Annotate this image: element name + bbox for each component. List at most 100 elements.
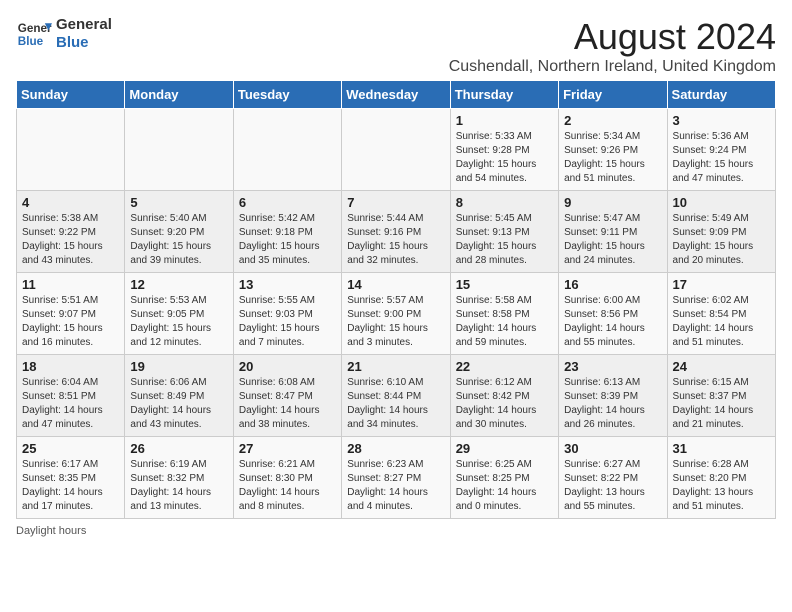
day-number: 3: [673, 113, 770, 128]
day-number: 24: [673, 359, 770, 374]
weekday-header-saturday: Saturday: [667, 81, 775, 109]
day-cell: 17Sunrise: 6:02 AM Sunset: 8:54 PM Dayli…: [667, 273, 775, 355]
day-info: Sunrise: 5:40 AM Sunset: 9:20 PM Dayligh…: [130, 212, 227, 268]
day-cell: 6 Sunrise: 5:42 AM Sunset: 9:18 PM Daylig…: [233, 191, 341, 273]
day-cell: 31 Sunrise: 6:28 AM Sunset: 8:20 PM Dayli…: [667, 437, 775, 519]
day-info: Sunrise: 5:42 AM Sunset: 9:18 PM Dayligh…: [239, 212, 336, 268]
day-cell: 18 Sunrise: 6:04 AM Sunset: 8:51 PM Dayli…: [17, 355, 125, 437]
day-cell: 2 Sunrise: 5:34 AM Sunset: 9:26 PM Daylig…: [559, 109, 667, 191]
footer-note: Daylight hours: [16, 525, 776, 537]
day-number: 22: [456, 359, 553, 374]
day-number: 17: [673, 277, 770, 292]
weekday-header-tuesday: Tuesday: [233, 81, 341, 109]
day-info: Sunrise: 6:06 AM Sunset: 8:49 PM Dayligh…: [130, 376, 227, 432]
day-number: 31: [673, 441, 770, 456]
day-cell: [17, 109, 125, 191]
day-info: Sunrise: 6:04 AM Sunset: 8:51 PM Dayligh…: [22, 376, 119, 432]
day-cell: 12Sunrise: 5:53 AM Sunset: 9:05 PM Dayli…: [125, 273, 233, 355]
day-cell: 3 Sunrise: 5:36 AM Sunset: 9:24 PM Daylig…: [667, 109, 775, 191]
logo-blue: Blue: [56, 34, 112, 52]
day-number: 2: [564, 113, 661, 128]
day-cell: 22 Sunrise: 6:12 AM Sunset: 8:42 PM Dayli…: [450, 355, 558, 437]
day-number: 23: [564, 359, 661, 374]
day-number: 15: [456, 277, 553, 292]
calendar: SundayMondayTuesdayWednesdayThursdayFrid…: [16, 80, 776, 519]
day-info: Sunrise: 6:19 AM Sunset: 8:32 PM Dayligh…: [130, 458, 227, 514]
day-number: 1: [456, 113, 553, 128]
day-info: Sunrise: 5:45 AM Sunset: 9:13 PM Dayligh…: [456, 212, 553, 268]
week-row-2: 11Sunrise: 5:51 AM Sunset: 9:07 PM Dayli…: [17, 273, 776, 355]
day-cell: 4Sunrise: 5:38 AM Sunset: 9:22 PM Daylig…: [17, 191, 125, 273]
day-number: 10: [673, 195, 770, 210]
week-row-4: 25Sunrise: 6:17 AM Sunset: 8:35 PM Dayli…: [17, 437, 776, 519]
day-number: 14: [347, 277, 444, 292]
header: General Blue General Blue August 2024 Cu…: [16, 16, 776, 76]
day-cell: 14 Sunrise: 5:57 AM Sunset: 9:00 PM Dayli…: [342, 273, 450, 355]
logo-icon: General Blue: [16, 16, 52, 52]
day-number: 28: [347, 441, 444, 456]
day-number: 25: [22, 441, 119, 456]
day-info: Sunrise: 5:58 AM Sunset: 8:58 PM Dayligh…: [456, 294, 553, 350]
day-number: 30: [564, 441, 661, 456]
day-cell: 19 Sunrise: 6:06 AM Sunset: 8:49 PM Dayli…: [125, 355, 233, 437]
day-number: 16: [564, 277, 661, 292]
day-info: Sunrise: 5:34 AM Sunset: 9:26 PM Dayligh…: [564, 130, 661, 186]
day-number: 7: [347, 195, 444, 210]
day-number: 26: [130, 441, 227, 456]
day-cell: [342, 109, 450, 191]
day-info: Sunrise: 5:53 AM Sunset: 9:05 PM Dayligh…: [130, 294, 227, 350]
day-info: Sunrise: 5:55 AM Sunset: 9:03 PM Dayligh…: [239, 294, 336, 350]
day-number: 27: [239, 441, 336, 456]
day-cell: 7Sunrise: 5:44 AM Sunset: 9:16 PM Daylig…: [342, 191, 450, 273]
day-info: Sunrise: 6:13 AM Sunset: 8:39 PM Dayligh…: [564, 376, 661, 432]
day-cell: 16Sunrise: 6:00 AM Sunset: 8:56 PM Dayli…: [559, 273, 667, 355]
day-cell: 13 Sunrise: 5:55 AM Sunset: 9:03 PM Dayli…: [233, 273, 341, 355]
day-number: 4: [22, 195, 119, 210]
weekday-header-monday: Monday: [125, 81, 233, 109]
day-cell: 5Sunrise: 5:40 AM Sunset: 9:20 PM Daylig…: [125, 191, 233, 273]
day-info: Sunrise: 5:57 AM Sunset: 9:00 PM Dayligh…: [347, 294, 444, 350]
day-cell: 8 Sunrise: 5:45 AM Sunset: 9:13 PM Daylig…: [450, 191, 558, 273]
day-info: Sunrise: 5:49 AM Sunset: 9:09 PM Dayligh…: [673, 212, 770, 268]
title-block: August 2024 Cushendall, Northern Ireland…: [449, 16, 776, 76]
day-info: Sunrise: 6:25 AM Sunset: 8:25 PM Dayligh…: [456, 458, 553, 514]
logo-general: General: [56, 16, 112, 34]
day-cell: 1 Sunrise: 5:33 AM Sunset: 9:28 PM Daylig…: [450, 109, 558, 191]
day-info: Sunrise: 5:36 AM Sunset: 9:24 PM Dayligh…: [673, 130, 770, 186]
day-number: 21: [347, 359, 444, 374]
weekday-header-sunday: Sunday: [17, 81, 125, 109]
day-cell: 24 Sunrise: 6:15 AM Sunset: 8:37 PM Dayli…: [667, 355, 775, 437]
day-cell: 11Sunrise: 5:51 AM Sunset: 9:07 PM Dayli…: [17, 273, 125, 355]
week-row-0: 1 Sunrise: 5:33 AM Sunset: 9:28 PM Daylig…: [17, 109, 776, 191]
day-cell: 26 Sunrise: 6:19 AM Sunset: 8:32 PM Dayli…: [125, 437, 233, 519]
day-number: 6: [239, 195, 336, 210]
day-info: Sunrise: 5:51 AM Sunset: 9:07 PM Dayligh…: [22, 294, 119, 350]
day-cell: 9 Sunrise: 5:47 AM Sunset: 9:11 PM Daylig…: [559, 191, 667, 273]
day-info: Sunrise: 5:33 AM Sunset: 9:28 PM Dayligh…: [456, 130, 553, 186]
day-info: Sunrise: 6:08 AM Sunset: 8:47 PM Dayligh…: [239, 376, 336, 432]
week-row-1: 4Sunrise: 5:38 AM Sunset: 9:22 PM Daylig…: [17, 191, 776, 273]
logo: General Blue General Blue: [16, 16, 112, 52]
day-cell: 29Sunrise: 6:25 AM Sunset: 8:25 PM Dayli…: [450, 437, 558, 519]
day-cell: 30Sunrise: 6:27 AM Sunset: 8:22 PM Dayli…: [559, 437, 667, 519]
day-number: 13: [239, 277, 336, 292]
day-number: 8: [456, 195, 553, 210]
day-number: 9: [564, 195, 661, 210]
calendar-body: 1 Sunrise: 5:33 AM Sunset: 9:28 PM Daylig…: [17, 109, 776, 519]
weekday-header-thursday: Thursday: [450, 81, 558, 109]
week-row-3: 18 Sunrise: 6:04 AM Sunset: 8:51 PM Dayli…: [17, 355, 776, 437]
day-number: 20: [239, 359, 336, 374]
day-info: Sunrise: 6:12 AM Sunset: 8:42 PM Dayligh…: [456, 376, 553, 432]
day-number: 18: [22, 359, 119, 374]
day-cell: 27Sunrise: 6:21 AM Sunset: 8:30 PM Dayli…: [233, 437, 341, 519]
subtitle: Cushendall, Northern Ireland, United Kin…: [449, 58, 776, 76]
day-cell: 23 Sunrise: 6:13 AM Sunset: 8:39 PM Dayli…: [559, 355, 667, 437]
day-cell: 21Sunrise: 6:10 AM Sunset: 8:44 PM Dayli…: [342, 355, 450, 437]
day-number: 19: [130, 359, 227, 374]
day-info: Sunrise: 5:47 AM Sunset: 9:11 PM Dayligh…: [564, 212, 661, 268]
day-info: Sunrise: 6:15 AM Sunset: 8:37 PM Dayligh…: [673, 376, 770, 432]
day-info: Sunrise: 6:28 AM Sunset: 8:20 PM Dayligh…: [673, 458, 770, 514]
day-cell: 28 Sunrise: 6:23 AM Sunset: 8:27 PM Dayli…: [342, 437, 450, 519]
day-cell: 25Sunrise: 6:17 AM Sunset: 8:35 PM Dayli…: [17, 437, 125, 519]
day-info: Sunrise: 6:23 AM Sunset: 8:27 PM Dayligh…: [347, 458, 444, 514]
